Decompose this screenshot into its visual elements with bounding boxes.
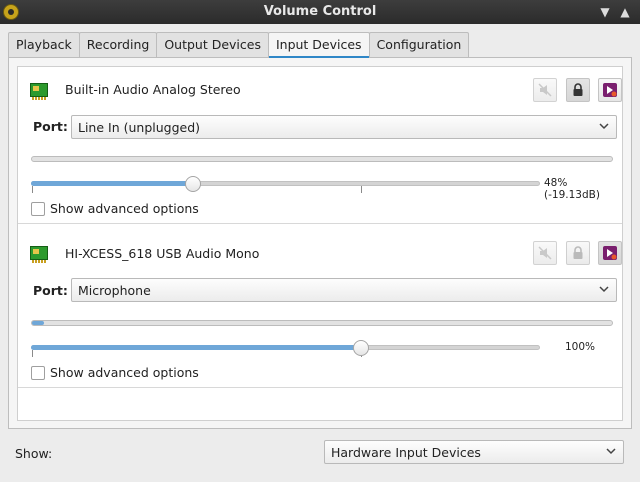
tab-configuration[interactable]: Configuration [368,32,470,57]
advanced-options-label[interactable]: Show advanced options [50,201,199,216]
tab-recording[interactable]: Recording [78,32,158,57]
device-list[interactable]: Built-in Audio Analog Stereo Port: Line … [17,66,623,421]
device-name: Built-in Audio Analog Stereo [65,82,241,97]
set-default-button[interactable] [598,241,622,265]
port-label: Port: [33,283,68,298]
tab-output-devices[interactable]: Output Devices [156,32,269,57]
set-default-icon [603,246,617,260]
lock-channels-button[interactable] [566,241,590,265]
chevron-down-icon [606,448,616,455]
minimize-icon[interactable]: ▼ [596,3,614,21]
peak-meter [31,156,613,162]
tab-playback[interactable]: Playback [8,32,80,57]
advanced-options-label[interactable]: Show advanced options [50,365,199,380]
port-select[interactable]: Microphone [71,278,617,302]
device-separator [18,387,622,388]
set-default-icon [603,83,617,97]
volume-slider-handle[interactable] [185,176,201,192]
advanced-options-checkbox[interactable] [31,366,45,380]
peak-meter [31,320,613,326]
lock-icon [573,246,583,259]
tab-panel: Built-in Audio Analog Stereo Port: Line … [8,57,632,429]
volume-readout: 100% [565,341,596,353]
title-bar: Volume Control ▼ ▲ [0,0,640,24]
advanced-options-checkbox[interactable] [31,202,45,216]
slider-tick [32,350,33,357]
volume-slider[interactable] [31,174,540,194]
port-value: Line In (unplugged) [78,120,201,135]
slider-tick [361,186,362,193]
slider-fill [31,181,193,186]
sound-card-icon [30,83,48,100]
window-title: Volume Control [263,4,377,19]
show-filter-select[interactable]: Hardware Input Devices [324,440,624,464]
chevron-down-icon [599,123,609,130]
peak-meter-fill [32,321,44,325]
tab-input-devices[interactable]: Input Devices [267,32,370,58]
chevron-down-icon [599,286,609,293]
set-default-button[interactable] [598,78,622,102]
device-name: HI-XCESS_618 USB Audio Mono [65,246,260,261]
show-filter-value: Hardware Input Devices [331,445,481,460]
slider-tick [32,186,33,193]
mute-icon [538,246,552,260]
lock-icon [573,83,583,96]
lock-channels-button[interactable] [566,78,590,102]
volume-slider-handle[interactable] [353,340,369,356]
port-value: Microphone [78,283,151,298]
volume-slider[interactable] [31,338,540,358]
mute-button[interactable] [533,78,557,102]
mute-icon [538,83,552,97]
maximize-icon[interactable]: ▲ [616,3,634,21]
port-select[interactable]: Line In (unplugged) [71,115,617,139]
show-label: Show: [15,446,53,461]
device-separator [18,223,622,224]
tab-bar: Playback Recording Output Devices Input … [8,32,470,58]
sound-card-icon [30,246,48,263]
volume-readout: 48% (-19.13dB) [544,177,600,201]
slider-fill [31,345,361,350]
mute-button[interactable] [533,241,557,265]
port-label: Port: [33,119,68,134]
